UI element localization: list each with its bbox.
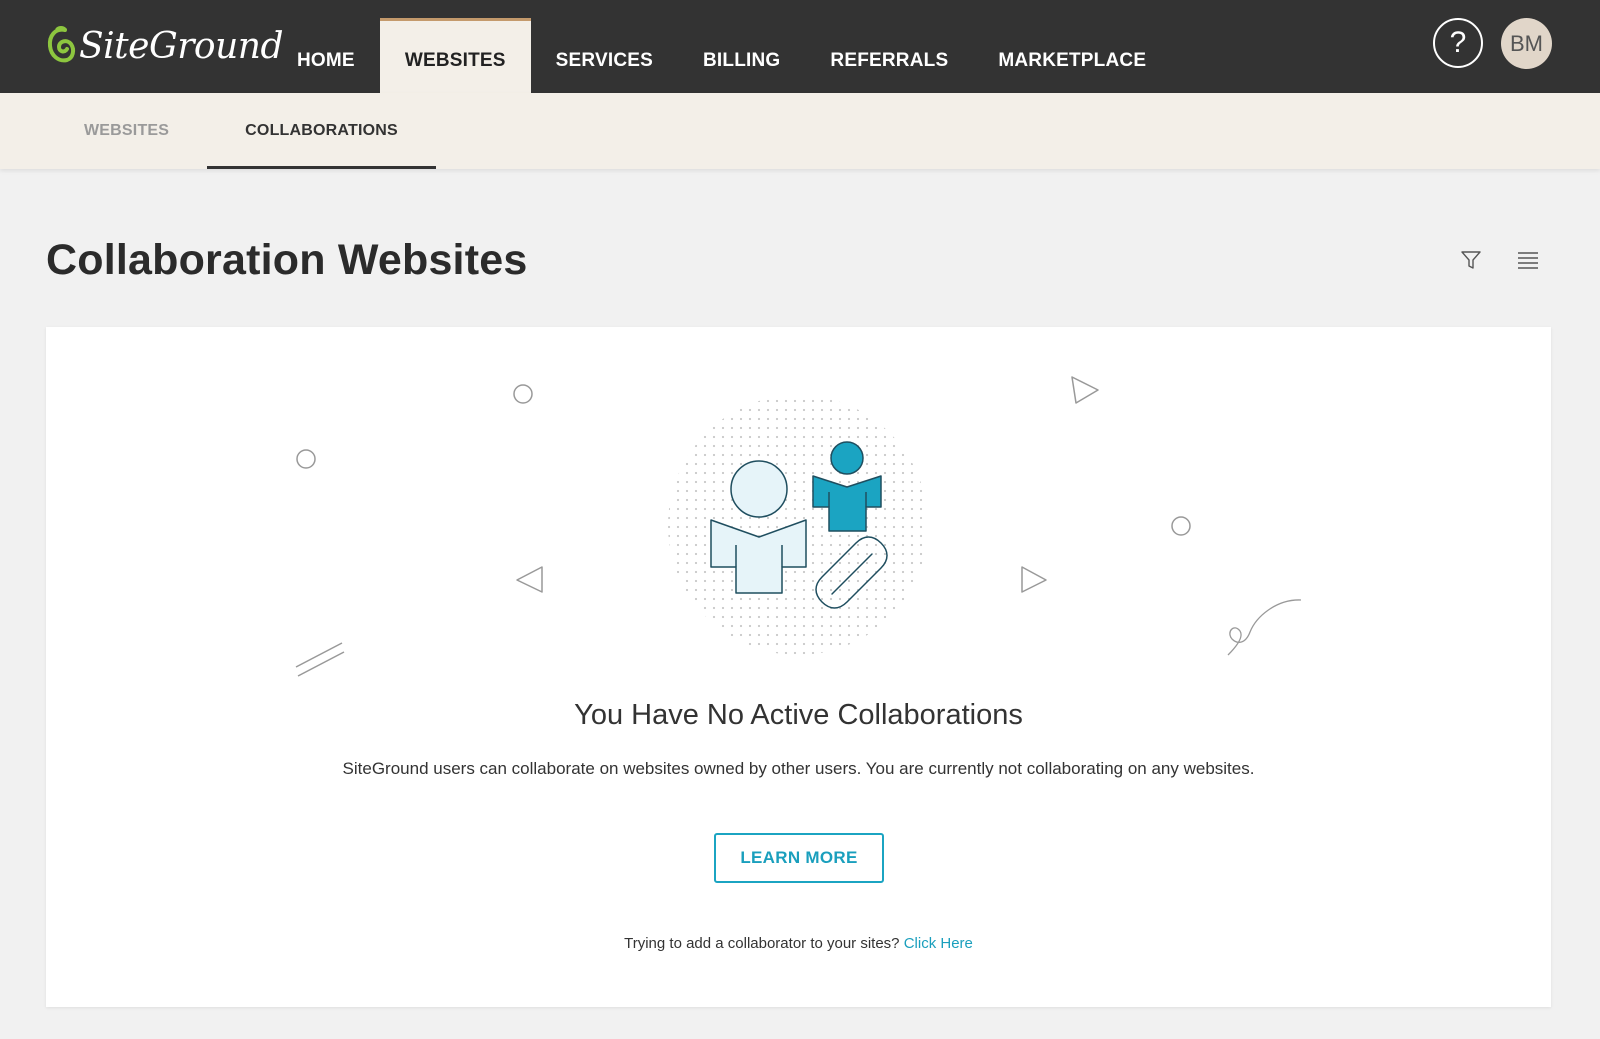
collaboration-illustration (295, 376, 1302, 677)
page-title: Collaboration Websites (46, 236, 528, 284)
tab-websites[interactable]: WEBSITES (46, 93, 207, 169)
person-head-icon (730, 460, 788, 518)
decor-circle-icon (1171, 516, 1191, 536)
decor-slash-icon (297, 651, 345, 677)
decor-circle-icon (513, 384, 533, 404)
user-avatar[interactable]: BM (1501, 18, 1552, 69)
decor-triangle-icon (1071, 376, 1099, 404)
empty-state-card: You Have No Active Collaborations SiteGr… (46, 327, 1551, 1007)
main-nav: HOME WEBSITES SERVICES BILLING REFERRALS… (272, 18, 1171, 93)
decor-triangle-icon (516, 566, 543, 593)
tab-collaborations[interactable]: COLLABORATIONS (207, 93, 436, 169)
nav-marketplace[interactable]: MARKETPLACE (973, 18, 1171, 93)
empty-state-title: You Have No Active Collaborations (574, 699, 1023, 731)
top-navigation-bar: SiteGround HOME WEBSITES SERVICES BILLIN… (0, 0, 1600, 93)
add-collaborator-text: Trying to add a collaborator to your sit… (624, 935, 900, 952)
decor-swirl-icon (1227, 599, 1302, 656)
nav-home[interactable]: HOME (272, 18, 380, 93)
decor-triangle-icon (1021, 566, 1047, 593)
learn-more-button[interactable]: LEARN MORE (714, 833, 884, 883)
logo-text: SiteGround (79, 26, 284, 67)
nav-billing[interactable]: BILLING (678, 18, 805, 93)
nav-referrals[interactable]: REFERRALS (805, 18, 973, 93)
siteground-logo[interactable]: SiteGround (45, 24, 284, 70)
nav-websites[interactable]: WEBSITES (379, 18, 531, 93)
question-mark-icon: ? (1449, 26, 1467, 59)
sub-nav: WEBSITES COLLABORATIONS (46, 93, 436, 169)
help-button[interactable]: ? (1433, 18, 1483, 68)
collaborator-head-icon (830, 441, 864, 475)
decor-slash-icon (295, 642, 343, 668)
add-collaborator-note: Trying to add a collaborator to your sit… (46, 935, 1551, 952)
empty-state-description: SiteGround users can collaborate on webs… (342, 759, 1255, 778)
siteground-logo-icon (47, 26, 76, 63)
sub-navigation-bar: WEBSITES COLLABORATIONS (0, 93, 1600, 169)
decor-circle-icon (296, 449, 316, 469)
nav-services[interactable]: SERVICES (531, 18, 678, 93)
click-here-link[interactable]: Click Here (904, 935, 973, 952)
filter-icon[interactable] (1460, 248, 1482, 272)
list-icon[interactable] (1516, 250, 1540, 270)
